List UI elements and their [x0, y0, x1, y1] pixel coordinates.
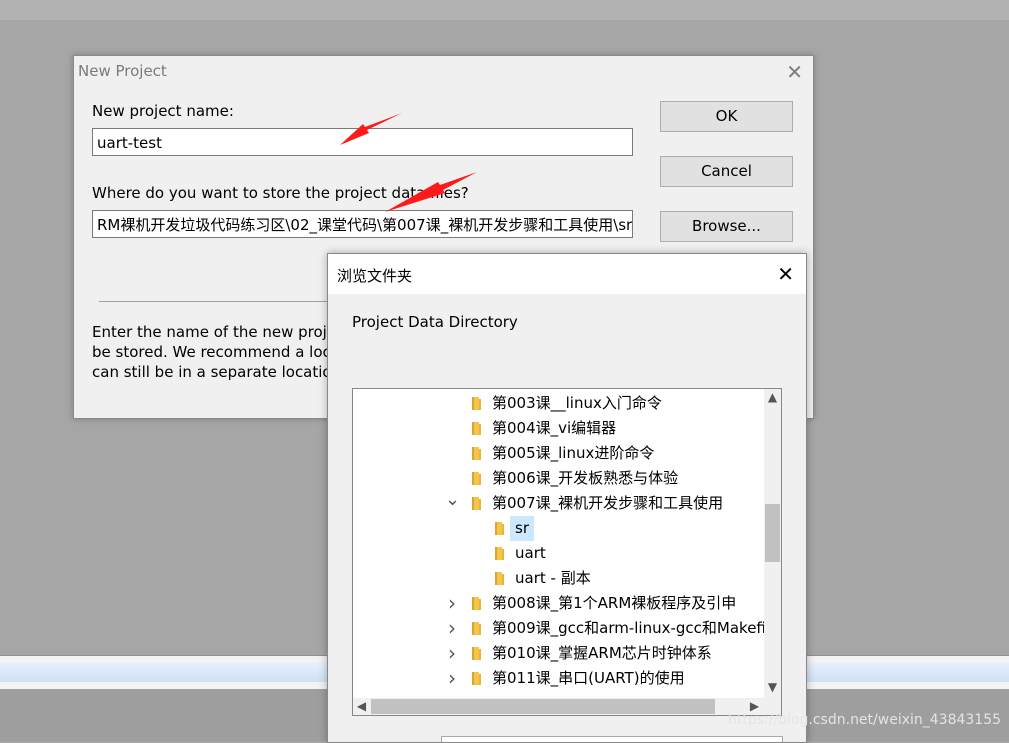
close-icon[interactable]: ✕: [777, 262, 794, 286]
chevron-right-icon[interactable]: ›: [445, 616, 459, 641]
description-line: be stored. We recommend a location: [92, 343, 327, 361]
folder-name-field[interactable]: [441, 736, 783, 742]
location-label: Where do you want to store the project d…: [92, 184, 469, 202]
tree-row[interactable]: uart - 副本: [353, 566, 763, 591]
tree-row[interactable]: › 第010课_掌握ARM芯片时钟体系: [353, 641, 763, 666]
divider: [99, 301, 339, 302]
folder-icon: [472, 397, 481, 410]
description-text: Enter the name of the new project be sto…: [92, 322, 327, 382]
tree-row-label: 第006课_开发板熟悉与体验: [492, 469, 679, 487]
tree-row[interactable]: › 第008课_第1个ARM裸板程序及引申: [353, 591, 763, 616]
close-icon[interactable]: ✕: [786, 60, 803, 84]
tree-row-label: uart: [515, 544, 546, 562]
vertical-scrollbar[interactable]: ▲ ▼: [764, 389, 781, 698]
browse-dialog-header: 浏览文件夹 ✕: [328, 254, 806, 294]
browse-dialog-title: 浏览文件夹: [337, 267, 413, 285]
chevron-right-icon[interactable]: ›: [445, 666, 459, 691]
tree-row-label: 第011课_串口(UART)的使用: [492, 669, 685, 687]
tree-row[interactable]: ⌄ 第007课_裸机开发步骤和工具使用: [353, 491, 763, 516]
folder-icon: [472, 422, 481, 435]
scroll-up-icon[interactable]: ▲: [764, 389, 781, 406]
horizontal-scrollbar[interactable]: ◀ ▶: [353, 698, 781, 715]
horizontal-scroll-thumb[interactable]: [371, 699, 715, 714]
folder-icon: [472, 597, 481, 610]
folder-icon: [472, 447, 481, 460]
tree-row[interactable]: › 第011课_串口(UART)的使用: [353, 666, 763, 691]
browse-button[interactable]: Browse...: [660, 211, 793, 242]
tree-row-label: 第010课_掌握ARM芯片时钟体系: [492, 644, 712, 662]
watermark: https://blog.csdn.net/weixin_43843155: [728, 712, 1002, 728]
background-window-top: [0, 0, 1009, 20]
chevron-right-icon[interactable]: ›: [445, 641, 459, 666]
folder-icon: [472, 497, 481, 510]
ok-button[interactable]: OK: [660, 101, 793, 132]
tree-row-label: 第005课_linux进阶命令: [492, 444, 655, 462]
tree-row[interactable]: sr: [353, 516, 763, 541]
tree-row-label: sr: [510, 516, 534, 541]
folder-tree[interactable]: 第003课__linux入门命令 第004课_vi编辑器第005课_linux进阶…: [352, 388, 782, 716]
tree-row[interactable]: 第004课_vi编辑器: [353, 416, 763, 441]
folder-icon: [472, 472, 481, 485]
tree-row[interactable]: › 第009课_gcc和arm-linux-gcc和Makefi: [353, 616, 766, 641]
tree-row[interactable]: 第003课__linux入门命令: [353, 391, 763, 416]
tree-row-label: uart - 副本: [515, 569, 591, 587]
browse-folder-dialog: 浏览文件夹 ✕ Project Data Directory 第003课__li…: [327, 253, 807, 743]
dialog-title: New Project: [78, 62, 167, 80]
browse-dialog-description: Project Data Directory: [352, 313, 518, 331]
folder-icon: [495, 572, 504, 585]
folder-icon: [472, 647, 481, 660]
description-line: can still be in a separate location: [92, 363, 327, 381]
tree-row[interactable]: 第005课_linux进阶命令: [353, 441, 763, 466]
chevron-down-icon[interactable]: ⌄: [445, 491, 460, 509]
tree-row-label: 第003课__linux入门命令: [492, 394, 662, 412]
description-line: Enter the name of the new project: [92, 323, 327, 341]
project-name-input[interactable]: uart-test: [92, 128, 633, 156]
location-input[interactable]: RM裸机开发垃圾代码练习区\02_课堂代码\第007课_裸机开发步骤和工具使用\…: [92, 210, 633, 238]
tree-row-label: 第004课_vi编辑器: [492, 419, 617, 437]
scroll-down-icon[interactable]: ▼: [764, 679, 781, 696]
project-name-label: New project name:: [92, 102, 234, 120]
cancel-button[interactable]: Cancel: [660, 156, 793, 187]
tree-row-label: 第009课_gcc和arm-linux-gcc和Makefi: [492, 619, 766, 637]
tree-row-label: 第008课_第1个ARM裸板程序及引申: [492, 594, 737, 612]
vertical-scroll-thumb[interactable]: [765, 504, 780, 562]
scroll-left-icon[interactable]: ◀: [353, 698, 370, 715]
folder-icon: [472, 622, 481, 635]
folder-icon: [495, 547, 504, 560]
tree-row[interactable]: 第006课_开发板熟悉与体验: [353, 466, 763, 491]
tree-row[interactable]: uart: [353, 541, 763, 566]
folder-icon: [495, 522, 504, 535]
tree-row-label: 第007课_裸机开发步骤和工具使用: [492, 494, 724, 512]
chevron-right-icon[interactable]: ›: [445, 591, 459, 616]
folder-icon: [472, 672, 481, 685]
